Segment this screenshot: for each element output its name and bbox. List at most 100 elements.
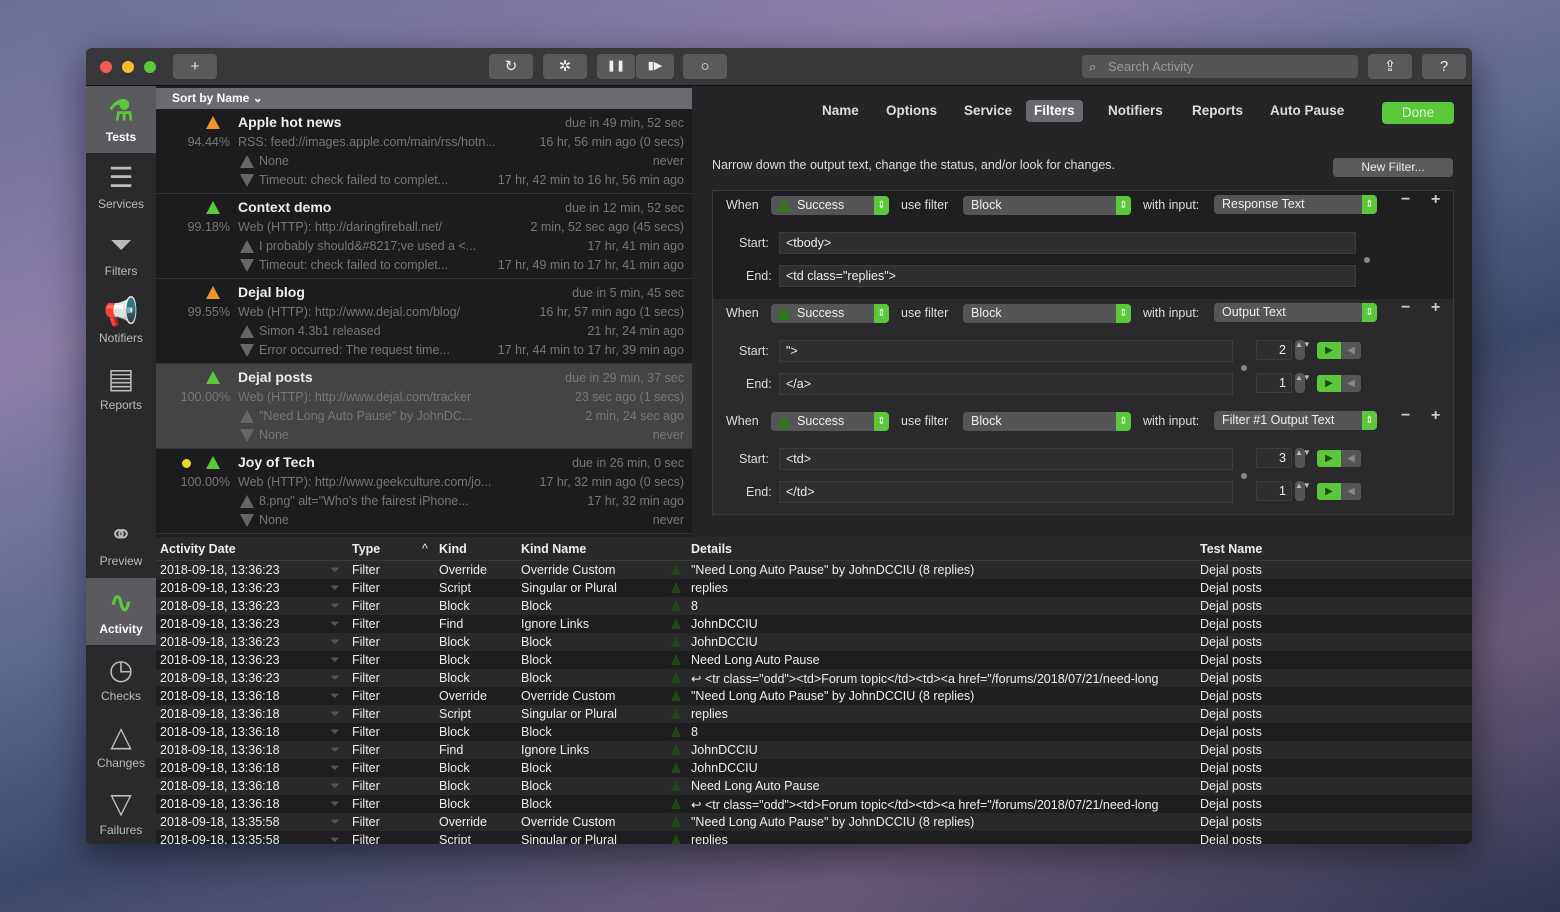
minimize-button[interactable] [122,61,134,73]
input-popup[interactable]: Response Text ⇕ [1214,195,1377,214]
test-item[interactable]: Apple hot news 94.44% RSS: feed://images.a… [156,109,692,194]
sidebar-item-tests[interactable]: ⚗ Tests [86,86,156,153]
sidebar-item-services[interactable]: ☰ Services [86,153,156,220]
forward-icon[interactable]: ▶ [1317,342,1341,359]
sidebar-item-activity[interactable]: ∿ Activity [86,578,156,645]
remove-filter-button[interactable]: − [1401,299,1410,317]
table-row[interactable]: ⏷ 2018-09-18, 13:36:23 Filter Block Block 8 De… [156,597,1472,615]
tab-notifiers[interactable]: Notifiers [1100,100,1171,122]
filter-type-popup[interactable]: Block ⇕ [963,412,1131,431]
test-item[interactable]: Context demo 99.18% Web (HTTP): http://dar… [156,194,692,279]
backward-icon[interactable]: ◀ [1341,450,1361,467]
sidebar-item-filters[interactable]: ⏷ Filters [86,220,156,287]
disable-button[interactable]: ✲ [543,54,587,79]
refresh-button[interactable]: ↻ [489,54,533,79]
end-field[interactable]: </td> [779,481,1233,503]
count-stepper[interactable]: ▲▼ [1295,373,1311,393]
search-input[interactable]: ⌕ Search Activity [1082,55,1358,78]
direction-toggle[interactable]: ▶ ◀ [1317,375,1361,392]
remove-filter-button[interactable]: − [1401,191,1410,209]
table-row[interactable]: ⏷ 2018-09-18, 13:36:23 Filter Find Ignore Li… [156,615,1472,633]
sidebar-item-failures[interactable]: ▽ Failures [86,779,156,844]
table-row[interactable]: ⏷ 2018-09-18, 13:36:23 Filter Block Block Nee… [156,651,1472,669]
input-popup[interactable]: Filter #1 Output Text ⇕ [1214,411,1377,430]
column-header-details[interactable]: Details [691,542,732,556]
table-row[interactable]: ⏷ 2018-09-18, 13:36:18 Filter Block Block Joh… [156,759,1472,777]
share-button[interactable]: ⇪ [1368,54,1412,79]
forward-icon[interactable]: ▶ [1317,375,1341,392]
table-row[interactable]: ⏷ 2018-09-18, 13:36:23 Filter Override Overr… [156,561,1472,579]
table-row[interactable]: ⏷ 2018-09-18, 13:36:18 Filter Script Singula… [156,705,1472,723]
input-popup[interactable]: Output Text ⇕ [1214,303,1377,322]
test-item[interactable]: Dejal posts 100.00% Web (HTTP): http://www… [156,364,692,449]
status-popup[interactable]: Success ⇕ [771,196,889,215]
tab-name[interactable]: Name [814,100,867,122]
column-header-test-name[interactable]: Test Name [1200,542,1262,556]
table-row[interactable]: ⏷ 2018-09-18, 13:36:23 Filter Script Singula… [156,579,1472,597]
filter-type-popup[interactable]: Block ⇕ [963,304,1131,323]
count-stepper[interactable]: ▲▼ [1295,340,1311,360]
end-count-field[interactable]: 1 [1256,373,1292,393]
start-field[interactable]: <tbody> [779,232,1356,254]
sort-by-menu[interactable]: Sort by Name ⌄ [156,88,692,109]
help-button[interactable]: ? [1422,54,1466,79]
count-stepper[interactable]: ▲▼ [1295,448,1311,468]
tab-options[interactable]: Options [878,100,945,122]
table-row[interactable]: ⏷ 2018-09-18, 13:35:58 Filter Override Overr… [156,813,1472,831]
tab-auto-pause[interactable]: Auto Pause [1262,100,1352,122]
tab-service[interactable]: Service [956,100,1020,122]
add-filter-button[interactable]: + [1431,191,1440,209]
backward-icon[interactable]: ◀ [1341,375,1361,392]
done-button[interactable]: Done [1382,102,1454,124]
table-row[interactable]: ⏷ 2018-09-18, 13:36:18 Filter Block Block ↩ <… [156,795,1472,813]
backward-icon[interactable]: ◀ [1341,342,1361,359]
direction-toggle[interactable]: ▶ ◀ [1317,342,1361,359]
forward-icon[interactable]: ▶ [1317,483,1341,500]
step-button[interactable]: ▮▶ [636,54,674,79]
table-row[interactable]: ⏷ 2018-09-18, 13:36:18 Filter Find Ignore Li… [156,741,1472,759]
new-filter-button[interactable]: New Filter... [1333,158,1453,177]
direction-toggle[interactable]: ▶ ◀ [1317,483,1361,500]
sidebar-item-changes[interactable]: △ Changes [86,712,156,779]
forward-icon[interactable]: ▶ [1317,450,1341,467]
column-header-kind-name[interactable]: Kind Name [521,542,586,556]
direction-toggle[interactable]: ▶ ◀ [1317,450,1361,467]
column-header-activity-date[interactable]: Activity Date [160,542,236,556]
tab-reports[interactable]: Reports [1184,100,1251,122]
add-filter-button[interactable]: + [1431,407,1440,425]
test-item[interactable]: Dejal blog 99.55% Web (HTTP): http://www.d… [156,279,692,364]
end-count-field[interactable]: 1 [1256,481,1292,501]
table-row[interactable]: ⏷ 2018-09-18, 13:36:18 Filter Override Overr… [156,687,1472,705]
column-header-kind[interactable]: Kind [439,542,467,556]
status-popup[interactable]: Success ⇕ [771,412,889,431]
add-filter-button[interactable]: + [1431,299,1440,317]
stop-button[interactable]: ○ [683,54,727,79]
filter-type-popup[interactable]: Block ⇕ [963,196,1131,215]
table-row[interactable]: ⏷ 2018-09-18, 13:35:58 Filter Script Singula… [156,831,1472,844]
start-count-field[interactable]: 3 [1256,448,1292,468]
end-field[interactable]: <td class="replies"> [779,265,1356,287]
table-row[interactable]: ⏷ 2018-09-18, 13:36:18 Filter Block Block 8 De… [156,723,1472,741]
zoom-button[interactable] [144,61,156,73]
add-test-button[interactable]: + [173,54,217,79]
test-item[interactable]: Joy of Tech 100.00% Web (HTTP): http://www… [156,449,692,534]
table-row[interactable]: ⏷ 2018-09-18, 13:36:23 Filter Block Block Joh… [156,633,1472,651]
tab-filters[interactable]: Filters [1026,100,1083,122]
start-count-field[interactable]: 2 [1256,340,1292,360]
close-button[interactable] [100,61,112,73]
count-stepper[interactable]: ▲▼ [1295,481,1311,501]
backward-icon[interactable]: ◀ [1341,483,1361,500]
remove-filter-button[interactable]: − [1401,407,1410,425]
pause-button[interactable]: ❚❚ [597,54,635,79]
end-field[interactable]: </a> [779,373,1233,395]
table-row[interactable]: ⏷ 2018-09-18, 13:36:23 Filter Block Block ↩ <… [156,669,1472,687]
sidebar-item-notifiers[interactable]: 📢 Notifiers [86,287,156,354]
sidebar-item-preview[interactable]: ⚭ Preview [86,510,156,577]
status-popup[interactable]: Success ⇕ [771,304,889,323]
table-row[interactable]: ⏷ 2018-09-18, 13:36:18 Filter Block Block Nee… [156,777,1472,795]
column-header-type[interactable]: Type [352,542,380,556]
sidebar-item-checks[interactable]: ◷ Checks [86,645,156,712]
sidebar-item-reports[interactable]: ▤ Reports [86,354,156,421]
start-field[interactable]: <td> [779,448,1233,470]
start-field[interactable]: "> [779,340,1233,362]
